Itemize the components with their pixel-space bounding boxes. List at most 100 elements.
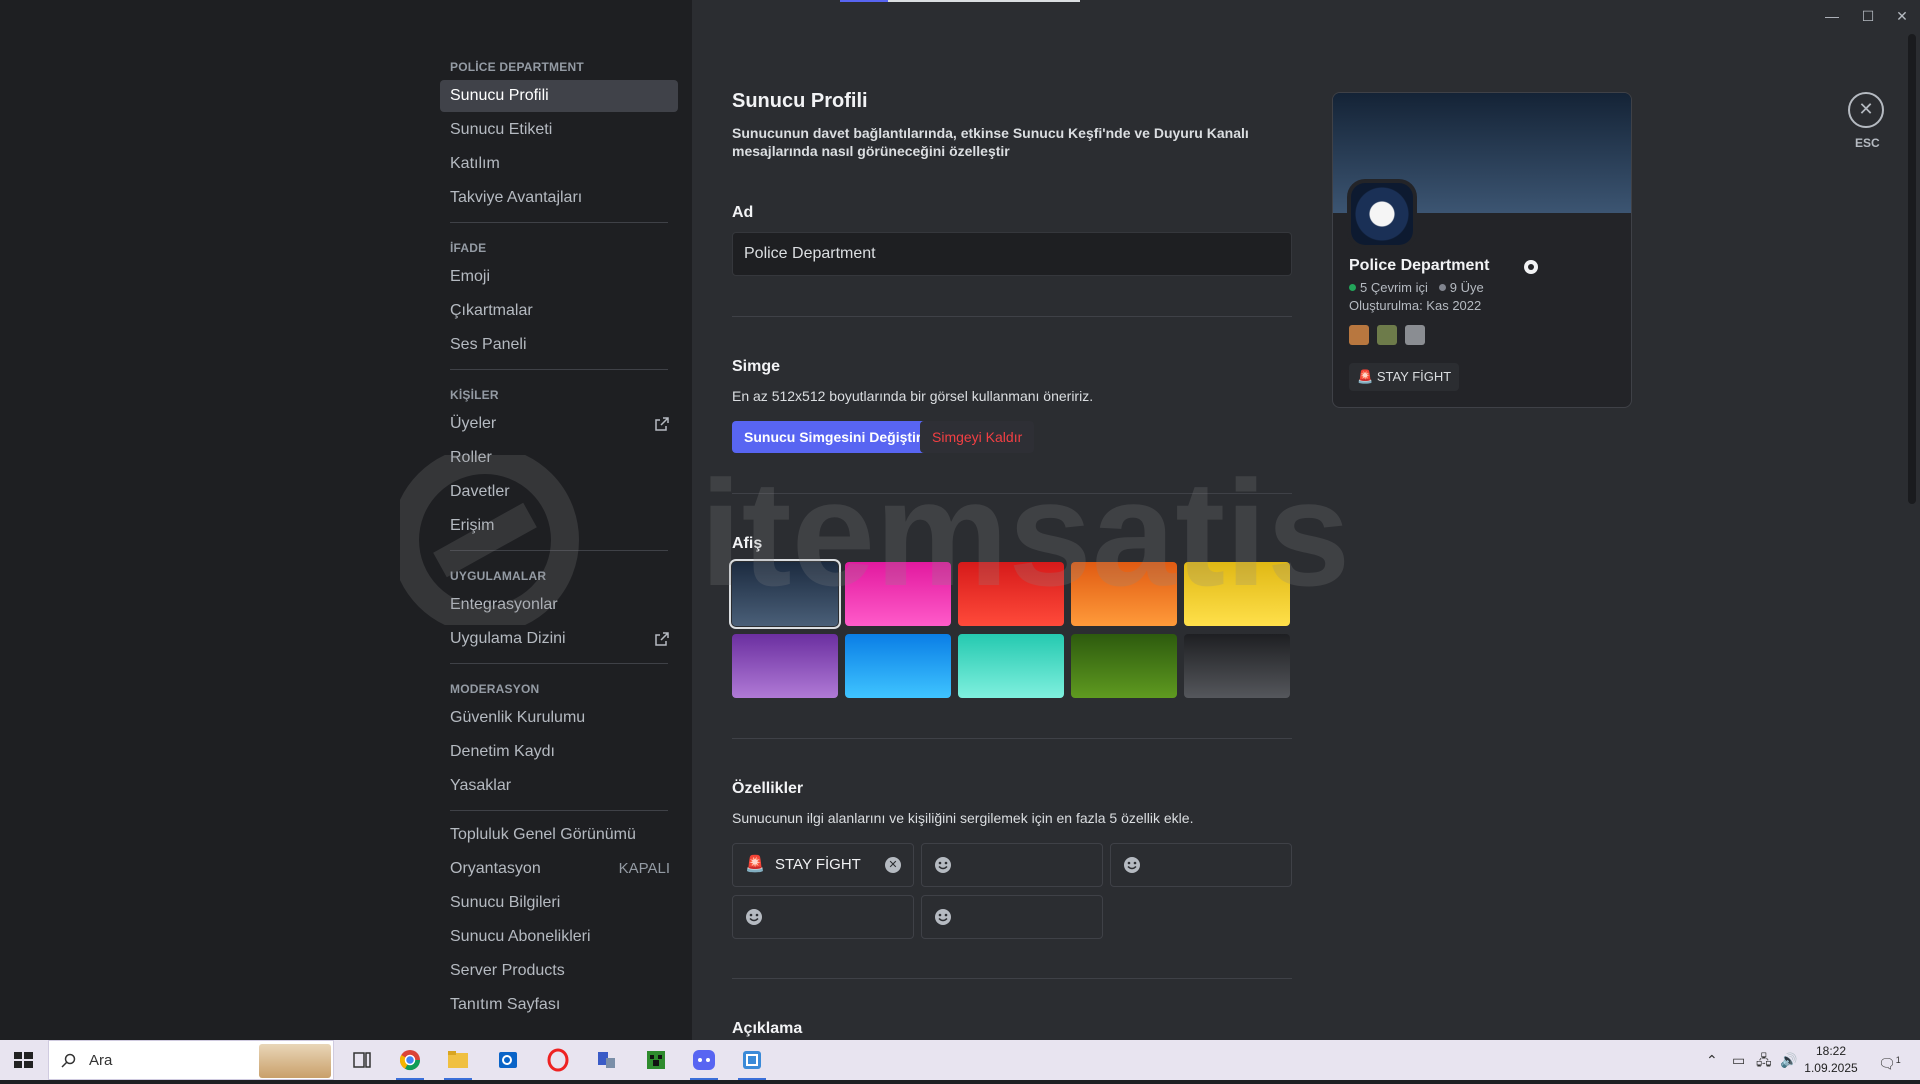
windows-start-icon[interactable] [0,1040,48,1080]
close-window-button[interactable]: ✕ [1884,6,1920,26]
nav-item-server-insights[interactable]: Sunucu Bilgileri [440,887,678,919]
banner-color-swatch[interactable] [729,559,841,629]
banner-color-swatch[interactable] [1071,634,1177,698]
nav-item-emoji[interactable]: Emoji [440,261,678,293]
siren-icon[interactable]: 🚨 [745,856,765,874]
nav-item-bans[interactable]: Yasaklar [440,770,678,802]
banner-color-swatch[interactable] [845,562,951,626]
section-divider [732,316,1292,317]
remove-icon-button[interactable]: Simgeyi Kaldır [920,421,1035,453]
outlook-icon[interactable] [488,1044,528,1076]
nav-item-server-products[interactable]: Server Products [440,955,678,987]
scrollbar[interactable] [1908,34,1916,504]
custom-emoji-icon [1349,325,1369,345]
network-icon[interactable]: 🖧 [1756,1040,1772,1080]
search-highlight-image [259,1044,331,1078]
clear-trait-icon[interactable]: ✕ [885,857,901,873]
smiley-icon[interactable] [934,856,952,874]
nav-item-soundboard[interactable]: Ses Paneli [440,329,678,361]
app-shortcut-icon[interactable] [732,1044,772,1080]
top-progress-line [840,0,1080,2]
clock-time: 18:22 [1815,1044,1847,1058]
nav-item-access[interactable]: Erişim [440,510,678,542]
online-dot-icon [1349,284,1356,291]
section-divider [732,978,1292,979]
search-placeholder: Ara [89,1052,113,1069]
discord-window: — ☐ ✕ POLİCE DEPARTMENT Sunucu Profili S… [0,0,1920,1040]
banner-color-swatch[interactable] [1071,562,1177,626]
minimize-button[interactable]: — [1814,6,1850,26]
nav-item-onboarding[interactable]: Oryantasyon KAPALI [440,853,678,885]
task-view-icon[interactable] [342,1044,382,1076]
nav-item-boost-perks[interactable]: Takviye Avantajları [440,182,678,214]
banner-color-swatch[interactable] [845,634,951,698]
smiley-icon[interactable] [745,908,763,926]
trait-input[interactable]: 🚨 STAY FİGHT ✕ [732,843,914,887]
discord-icon[interactable] [684,1044,724,1080]
created-date: Oluşturulma: Kas 2022 [1349,298,1482,313]
verified-gear-icon [1524,260,1538,274]
settings-nav: POLİCE DEPARTMENT Sunucu Profili Sunucu … [440,56,678,1023]
notification-icon[interactable]: 🗨1 [1878,1040,1901,1080]
nav-item-safety-setup[interactable]: Güvenlik Kurulumu [440,702,678,734]
nav-section-header: UYGULAMALAR [450,569,547,583]
maximize-button[interactable]: ☐ [1850,6,1886,26]
smiley-icon[interactable] [934,908,952,926]
tray-chevron-icon[interactable]: ⌃ [1706,1040,1718,1080]
nav-item-engagement[interactable]: Katılım [440,148,678,180]
nav-item-roles[interactable]: Roller [440,442,678,474]
server-preview-card: Police Department 5 Çevrim içi 9 Üye Olu… [1332,92,1632,408]
taskbar-search[interactable]: Ara [48,1040,334,1080]
name-label: Ad [732,204,754,221]
trait-input[interactable] [1110,843,1292,887]
nav-item-server-tag[interactable]: Sunucu Etiketi [440,114,678,146]
tray-app-icon[interactable]: ▭ [1732,1040,1745,1080]
traits-label: Özellikler [732,780,804,797]
taskbar-clock[interactable]: 18:22 1.09.2025 [1796,1043,1866,1077]
nav-divider [450,550,668,551]
smiley-icon[interactable] [1123,856,1141,874]
preview-server-name: Police Department [1349,257,1490,274]
opera-icon[interactable] [538,1044,578,1076]
volume-icon[interactable]: 🔊 [1780,1040,1797,1080]
banner-color-swatch[interactable] [958,634,1064,698]
trait-input[interactable] [921,895,1103,939]
nav-divider [450,810,668,811]
nav-item-invites[interactable]: Davetler [440,476,678,508]
nav-item-label: Uygulama Dizini [450,630,566,647]
external-link-icon [655,632,669,646]
nav-item-integrations[interactable]: Entegrasyonlar [440,589,678,621]
nav-item-members[interactable]: Üyeler [440,408,678,440]
nav-item-server-subscriptions[interactable]: Sunucu Abonelikleri [440,921,678,953]
banner-color-swatch[interactable] [958,562,1064,626]
app-shortcut-icon[interactable] [586,1044,626,1076]
page-subtitle: Sunucunun davet bağlantılarında, etkinse… [732,125,1249,159]
notification-count: 1 [1895,1055,1901,1065]
traits-help-text: Sunucunun ilgi alanlarını ve kişiliğini … [732,810,1194,826]
section-divider [732,493,1292,494]
icon-help-text: En az 512x512 boyutlarında bir görsel ku… [732,388,1094,404]
nav-item-promo-page[interactable]: Tanıtım Sayfası [440,989,678,1021]
section-divider [732,738,1292,739]
banner-color-swatch[interactable] [1184,562,1290,626]
nav-item-stickers[interactable]: Çıkartmalar [440,295,678,327]
windows-taskbar: Ara ⌃ ▭ 🖧 🔊 18:22 1.09.2025 🗨1 [0,1040,1920,1080]
close-settings-button[interactable]: ✕ [1848,92,1884,128]
banner-label: Afiş [732,535,763,552]
minecraft-icon[interactable] [636,1044,676,1076]
change-icon-button[interactable]: Sunucu Simgesini Değiştir [732,421,934,453]
server-name-input[interactable]: Police Department [732,232,1292,276]
nav-item-server-profile[interactable]: Sunucu Profili [440,80,678,112]
trait-input[interactable] [921,843,1103,887]
nav-item-community-overview[interactable]: Topluluk Genel Görünümü [440,819,678,851]
nav-section-header: İFADE [450,241,487,255]
description-label: Açıklama [732,1020,803,1037]
trait-input[interactable] [732,895,914,939]
chrome-icon[interactable] [390,1044,430,1080]
banner-color-swatch[interactable] [732,634,838,698]
banner-color-swatch[interactable] [1184,634,1290,698]
nav-item-audit-log[interactable]: Denetim Kaydı [440,736,678,768]
onboarding-status-badge: KAPALI [618,860,670,877]
file-explorer-icon[interactable] [438,1044,478,1080]
nav-item-app-directory[interactable]: Uygulama Dizini [440,623,678,655]
